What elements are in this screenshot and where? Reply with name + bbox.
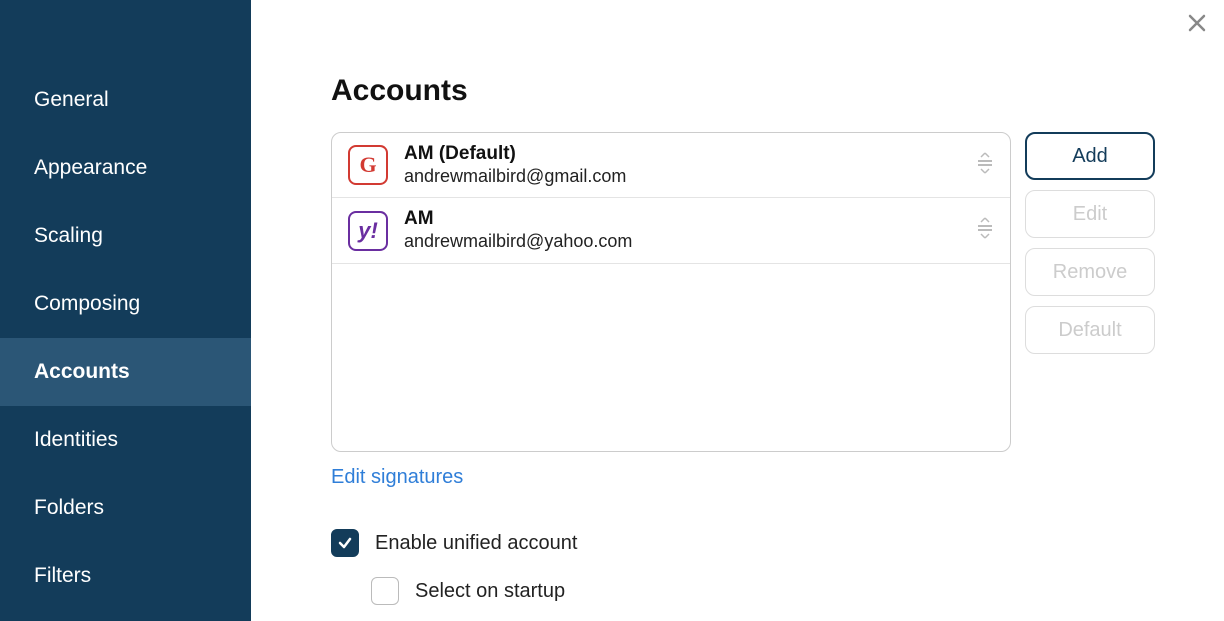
default-button: Default xyxy=(1025,306,1155,354)
sidebar-item-folders[interactable]: Folders xyxy=(0,474,251,542)
account-name: AM xyxy=(404,208,960,231)
sidebar-item-label: Scaling xyxy=(34,224,103,247)
account-actions: Add Edit Remove Default xyxy=(1025,132,1155,452)
settings-sidebar: General Appearance Scaling Composing Acc… xyxy=(0,0,251,621)
account-info: AM (Default) andrewmailbird@gmail.com xyxy=(404,143,960,187)
enable-unified-label: Enable unified account xyxy=(375,532,577,555)
enable-unified-checkbox[interactable] xyxy=(331,529,359,557)
sidebar-item-identities[interactable]: Identities xyxy=(0,406,251,474)
sidebar-item-accounts[interactable]: Accounts xyxy=(0,338,251,406)
google-icon: G xyxy=(348,145,388,185)
sidebar-item-composing[interactable]: Composing xyxy=(0,270,251,338)
sidebar-item-scaling[interactable]: Scaling xyxy=(0,202,251,270)
yahoo-icon: y! xyxy=(348,211,388,251)
edit-signatures-link[interactable]: Edit signatures xyxy=(331,466,463,489)
account-name: AM (Default) xyxy=(404,143,960,166)
drag-handle-icon[interactable] xyxy=(976,216,994,245)
sidebar-item-label: Filters xyxy=(34,564,91,587)
close-icon[interactable] xyxy=(1188,14,1206,37)
account-info: AM andrewmailbird@yahoo.com xyxy=(404,208,960,252)
select-on-startup-checkbox[interactable] xyxy=(371,577,399,605)
check-icon xyxy=(337,535,353,551)
sidebar-item-label: Appearance xyxy=(34,156,147,179)
add-button[interactable]: Add xyxy=(1025,132,1155,180)
remove-button: Remove xyxy=(1025,248,1155,296)
sidebar-item-general[interactable]: General xyxy=(0,66,251,134)
account-email: andrewmailbird@yahoo.com xyxy=(404,231,960,253)
sidebar-item-label: Accounts xyxy=(34,360,130,383)
sidebar-item-filters[interactable]: Filters xyxy=(0,542,251,610)
account-row[interactable]: y! AM andrewmailbird@yahoo.com xyxy=(332,198,1010,263)
sidebar-item-appearance[interactable]: Appearance xyxy=(0,134,251,202)
sidebar-item-label: Folders xyxy=(34,496,104,519)
select-on-startup-label: Select on startup xyxy=(415,580,565,603)
main-panel: Accounts G AM (Default) andrewmailbird@g… xyxy=(251,0,1224,621)
drag-handle-icon[interactable] xyxy=(976,151,994,180)
sidebar-item-label: General xyxy=(34,88,109,111)
select-on-startup-option: Select on startup xyxy=(371,577,1186,605)
account-email: andrewmailbird@gmail.com xyxy=(404,166,960,188)
page-title: Accounts xyxy=(331,74,1186,108)
sidebar-item-label: Composing xyxy=(34,292,140,315)
account-row[interactable]: G AM (Default) andrewmailbird@gmail.com xyxy=(332,133,1010,198)
enable-unified-option: Enable unified account xyxy=(331,529,1186,557)
sidebar-item-label: Identities xyxy=(34,428,118,451)
edit-button: Edit xyxy=(1025,190,1155,238)
accounts-list: G AM (Default) andrewmailbird@gmail.com … xyxy=(331,132,1011,452)
